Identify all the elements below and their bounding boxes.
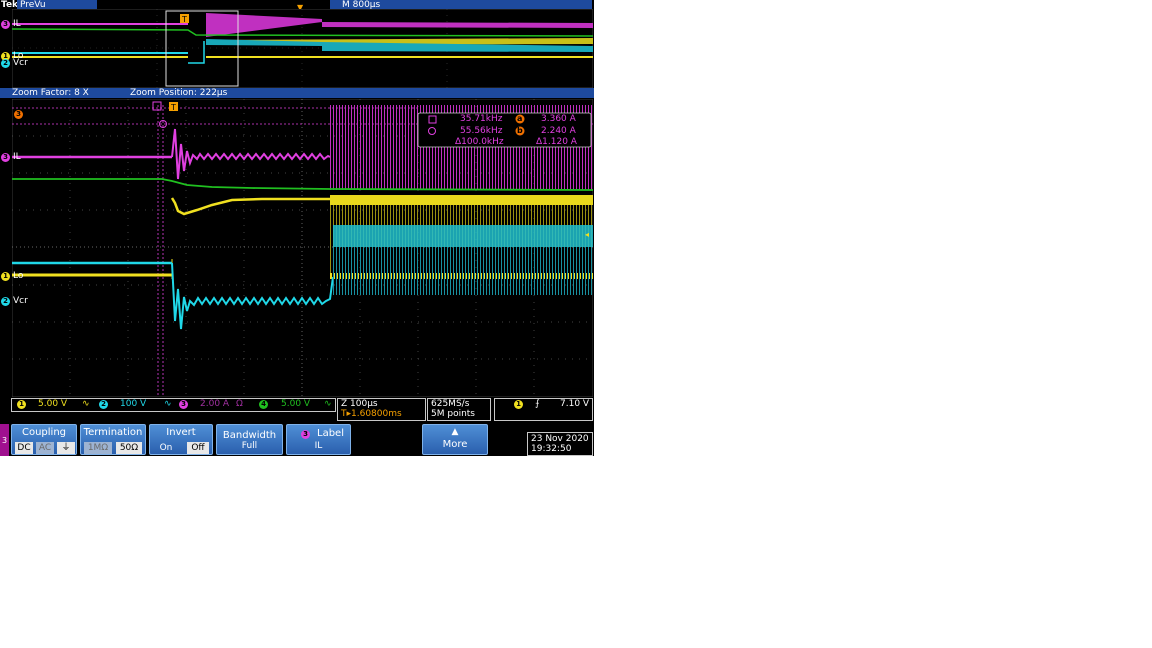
ch3-reference-marker: 3: [14, 110, 23, 119]
label-menu-button[interactable]: 3 Label IL: [286, 424, 351, 455]
overview-waveform-window: T: [12, 9, 593, 88]
invert-menu-button[interactable]: Invert On Off: [149, 424, 213, 455]
cursor-a-frequency: 35.71kHz: [460, 114, 503, 124]
ch3-overview-marker: 3: [1, 20, 10, 29]
more-menu-button[interactable]: ▲ More: [422, 424, 488, 455]
side-channel-number: 3: [2, 436, 8, 445]
coupling-menu-button[interactable]: Coupling DC AC ⏚: [11, 424, 77, 455]
ch2-bandwidth-icon: ∿: [82, 399, 90, 409]
ch4-scale: 5.00 V: [281, 399, 311, 409]
label-channel-marker: 3: [301, 430, 310, 439]
ch1-scale-marker: 1: [17, 400, 26, 409]
ch3-zoom-label: IL: [13, 152, 21, 162]
trigger-level: 7.10 V: [560, 399, 590, 409]
trigger-position: T▸1.60800ms: [341, 409, 402, 419]
ch2-zoom-label: Vcr: [13, 296, 28, 306]
cursor-b-value: 2.240 A: [541, 126, 576, 136]
ch3-unit: Ω: [236, 399, 243, 409]
ch2-zoom-marker: 2: [1, 297, 10, 306]
coupling-ground-icon[interactable]: ⏚: [57, 442, 75, 454]
ch3-scale: 2.00 A: [200, 399, 230, 409]
ch2-scale: 100 V: [120, 399, 147, 409]
zoom-info-bar: [0, 88, 594, 98]
cursor-a-value: 3.360 A: [541, 114, 576, 124]
cursor-b-frequency: 55.56kHz: [460, 126, 503, 136]
ch1-scale: 5.00 V: [38, 399, 68, 409]
zoom-waveform-window: T: [12, 99, 593, 397]
cursor-delta-frequency: Δ100.0kHz: [455, 137, 504, 147]
cursor-b-mark: b: [517, 126, 523, 135]
ch4-bandwidth-icon: ∿: [324, 399, 332, 409]
ch4-scale-marker: 4: [259, 400, 268, 409]
coupling-title: Coupling: [21, 427, 67, 438]
record-length: 5M points: [431, 409, 475, 419]
cursor-a-mark: a: [517, 114, 523, 123]
coupling-ac-option[interactable]: AC: [36, 442, 54, 454]
trigger-slope-icon: ⨍: [535, 399, 540, 409]
coupling-dc-option[interactable]: DC: [15, 442, 33, 454]
invert-title: Invert: [166, 427, 196, 438]
invert-on-option[interactable]: On: [154, 442, 178, 454]
date-display: 23 Nov 2020: [531, 434, 589, 444]
trigger-source-marker: 1: [514, 400, 523, 409]
ch2-overview-marker: 2: [1, 59, 10, 68]
ch3-zoom-marker: 3: [1, 153, 10, 162]
svg-text:T: T: [170, 103, 176, 112]
more-title: More: [442, 439, 468, 450]
termination-title: Termination: [83, 427, 143, 438]
cursor-delta-value: Δ1.120 A: [536, 137, 577, 147]
svg-text:T: T: [181, 15, 187, 24]
ch1-zoom-marker: 1: [1, 272, 10, 281]
termination-1m-option[interactable]: 1MΩ: [84, 442, 112, 454]
ch3-scale-marker: 3: [179, 400, 188, 409]
more-arrow-icon: ▲: [451, 427, 459, 437]
termination-50-option[interactable]: 50Ω: [116, 442, 142, 454]
ch3-overview-label: IL: [13, 19, 21, 29]
termination-menu-button[interactable]: Termination 1MΩ 50Ω: [80, 424, 146, 455]
zoom-timebase: Z 100µs: [341, 399, 378, 409]
trigger-level-arrow: ◂: [585, 230, 590, 239]
label-value: IL: [314, 441, 323, 451]
bandwidth-menu-button[interactable]: Bandwidth Full: [216, 424, 283, 455]
bandwidth-value: Full: [241, 441, 258, 451]
zoom-factor: Zoom Factor: 8 X: [12, 88, 89, 98]
ch1-zoom-label: Lo: [13, 271, 24, 281]
oscilloscope-screen: Tek PreVu M 800µs ▼ T 3 IL 1 Lo 2 Vcr Zo…: [0, 0, 594, 456]
ch2-scale-marker: 2: [99, 400, 108, 409]
ch3-bandwidth-icon: ∿: [164, 399, 172, 409]
sample-rate: 625MS/s: [431, 399, 470, 409]
ch2-overview-label: Vcr: [13, 58, 28, 68]
zoom-position: Zoom Position: 222µs: [130, 88, 228, 98]
label-title: Label: [317, 428, 344, 439]
time-display: 19:32:50: [531, 444, 572, 454]
invert-off-option[interactable]: Off: [187, 442, 209, 454]
